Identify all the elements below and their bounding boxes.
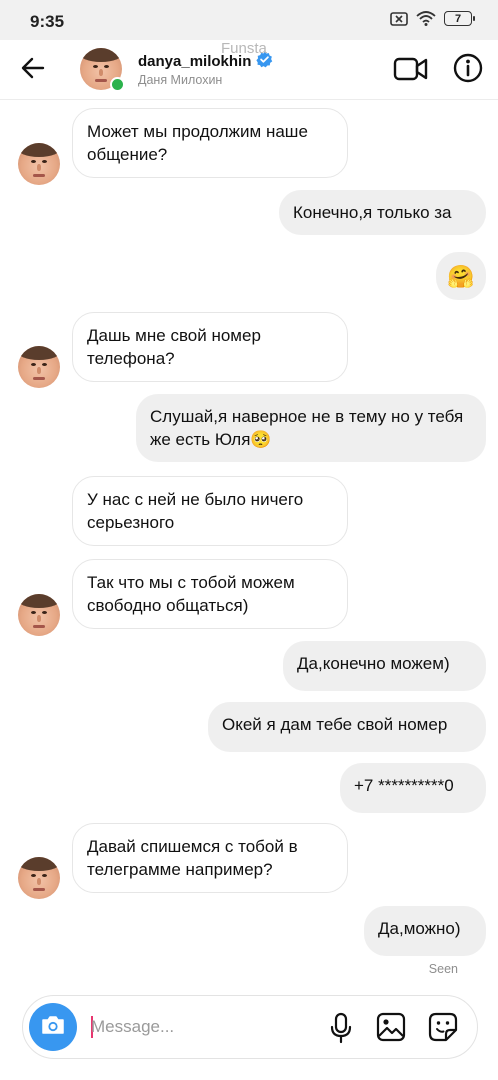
avatar bbox=[18, 594, 60, 636]
voice-message-button[interactable] bbox=[326, 1012, 356, 1044]
message-bubble-incoming[interactable]: У нас с ней не было ничего серьезного bbox=[72, 476, 348, 546]
message-bubble-incoming[interactable]: Может мы продолжим наше общение? bbox=[72, 108, 348, 178]
camera-icon bbox=[40, 1014, 66, 1041]
gallery-button[interactable] bbox=[376, 1012, 406, 1042]
status-time: 9:35 bbox=[30, 12, 65, 31]
profile-full-name: Даня Милохин bbox=[138, 73, 223, 87]
message-bubble-outgoing-emoji[interactable]: 🤗 bbox=[436, 252, 486, 300]
sender-avatar[interactable] bbox=[18, 594, 60, 636]
message-bubble-outgoing[interactable]: Да,конечно можем) bbox=[283, 641, 486, 691]
status-icons: 7 bbox=[390, 11, 475, 26]
message-bubble-outgoing[interactable]: Да,можно) bbox=[364, 906, 486, 956]
message-bubble-incoming[interactable]: Давай спишемся с тобой в телеграмме напр… bbox=[72, 823, 348, 893]
profile-avatar[interactable] bbox=[80, 48, 125, 92]
video-call-button[interactable] bbox=[393, 54, 429, 84]
info-button[interactable] bbox=[452, 52, 484, 84]
sticker-button[interactable] bbox=[428, 1012, 458, 1042]
message-bubble-incoming[interactable]: Так что мы с тобой можем свободно общать… bbox=[72, 559, 348, 629]
online-status-dot bbox=[110, 77, 125, 92]
message-bubble-outgoing[interactable]: Конечно,я только за bbox=[279, 190, 486, 235]
camera-button[interactable] bbox=[29, 1003, 77, 1051]
status-bar: 9:35 7 bbox=[0, 0, 498, 40]
battery-icon: 7 bbox=[444, 11, 475, 26]
sticker-icon bbox=[428, 1012, 458, 1046]
avatar bbox=[18, 857, 60, 899]
sender-avatar[interactable] bbox=[18, 346, 60, 388]
info-icon bbox=[452, 53, 484, 88]
message-bubble-outgoing[interactable]: Окей я дам тебе свой номер bbox=[208, 702, 486, 752]
back-button[interactable] bbox=[18, 55, 48, 85]
message-bubble-outgoing[interactable]: Слушай,я наверное не в тему но у тебя же… bbox=[136, 394, 486, 462]
wifi-icon bbox=[416, 11, 436, 26]
avatar bbox=[18, 346, 60, 388]
seen-indicator: Seen bbox=[428, 962, 458, 976]
video-camera-icon bbox=[393, 57, 429, 88]
mute-icon bbox=[390, 11, 408, 26]
sender-avatar[interactable] bbox=[18, 143, 60, 185]
avatar bbox=[18, 143, 60, 185]
message-bubble-incoming[interactable]: Дашь мне свой номер телефона? bbox=[72, 312, 348, 382]
message-bubble-outgoing[interactable]: +7 **********0 bbox=[340, 763, 486, 813]
back-arrow-icon bbox=[21, 57, 45, 84]
microphone-icon bbox=[326, 1012, 356, 1048]
message-composer bbox=[22, 995, 478, 1059]
message-input[interactable] bbox=[91, 1013, 291, 1041]
gallery-icon bbox=[376, 1012, 406, 1046]
sender-avatar[interactable] bbox=[18, 857, 60, 899]
watermark-text: Funsta bbox=[221, 40, 267, 57]
